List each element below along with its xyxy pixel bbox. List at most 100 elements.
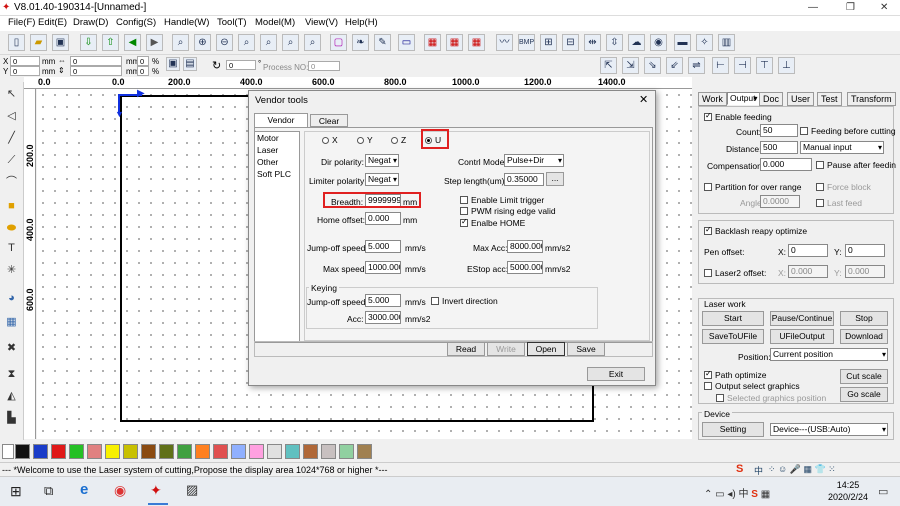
feed-before-checkbox[interactable]: Feeding before cutting — [800, 126, 896, 136]
windows-start-icon[interactable]: ⊞ — [10, 483, 22, 500]
edge-browser-icon[interactable]: e — [80, 481, 88, 498]
align-left-icon[interactable]: ▦ — [424, 34, 441, 51]
invert-direction-checkbox[interactable]: Invert direction — [431, 296, 498, 306]
color-swatch[interactable] — [267, 444, 282, 459]
menu-view[interactable]: View(V) — [305, 17, 338, 28]
array-icon[interactable]: ⊟ — [562, 34, 579, 51]
color-swatch[interactable] — [123, 444, 138, 459]
mirror-v-icon[interactable]: ⇳ — [606, 34, 623, 51]
list-item[interactable]: Laser — [255, 144, 299, 156]
height-lock-icon[interactable]: ⇕ — [58, 66, 65, 75]
dialog-close-button[interactable]: ✕ — [639, 93, 648, 106]
magic-wand-icon[interactable]: ✧ — [696, 34, 713, 51]
pause-after-checkbox[interactable]: Pause after feedin — [816, 160, 896, 170]
redo-icon[interactable]: ▶ — [146, 34, 163, 51]
zoom-page-icon[interactable]: ⌕ — [260, 34, 277, 51]
pen-y-input[interactable]: 0 — [845, 244, 885, 257]
align-bl-icon[interactable]: ⇘ — [644, 57, 661, 74]
menu-edit[interactable]: Edit(E) — [38, 17, 67, 28]
import-icon[interactable]: ⇩ — [80, 34, 97, 51]
device-select[interactable]: Device---(USB:Auto) — [770, 423, 888, 436]
save-button[interactable]: Save — [567, 342, 605, 356]
read-button[interactable]: Read — [447, 342, 485, 356]
maximize-button[interactable]: ❐ — [846, 2, 855, 13]
ufile-output-button[interactable]: UFileOutput — [770, 329, 834, 344]
bitmap-tool-icon[interactable]: ◕ — [3, 290, 20, 307]
color-swatch[interactable] — [51, 444, 66, 459]
width-lock-icon[interactable]: ⇔ — [58, 56, 66, 65]
count-input[interactable]: 50 — [760, 124, 798, 137]
select-tool-icon[interactable]: ↖ — [3, 86, 20, 103]
color-swatch[interactable] — [321, 444, 336, 459]
home-offset-input[interactable]: 0.000 — [365, 212, 401, 225]
zoom-fit-icon[interactable]: ⌕ — [238, 34, 255, 51]
grid-icon[interactable]: ⊞ — [540, 34, 557, 51]
keying-acc-input[interactable]: 3000.000 — [365, 311, 401, 324]
new-file-icon[interactable]: ▯ — [8, 34, 25, 51]
control-mode-select[interactable]: Pulse+Dir — [504, 154, 564, 167]
category-list[interactable]: Motor Laser Other Soft PLC — [254, 131, 300, 343]
cloud-icon[interactable]: ☁ — [628, 34, 645, 51]
align-tr-icon[interactable]: ⇲ — [622, 57, 639, 74]
node-edit-icon[interactable]: ❧ — [352, 34, 369, 51]
pen-x-input[interactable]: 0 — [788, 244, 828, 257]
task-view-icon[interactable]: ⧉ — [44, 483, 53, 499]
menu-tool[interactable]: Tool(T) — [217, 17, 247, 28]
list-item[interactable]: Soft PLC — [255, 168, 299, 180]
zoom-select-icon[interactable]: ⌕ — [282, 34, 299, 51]
monitor-icon[interactable]: ▭ — [398, 34, 415, 51]
x-input[interactable]: 0 — [10, 56, 40, 66]
color-swatch[interactable] — [105, 444, 120, 459]
color-swatch[interactable] — [339, 444, 354, 459]
start-button[interactable]: Start — [702, 311, 764, 326]
align-center-icon[interactable]: ▦ — [446, 34, 463, 51]
max-speed-input[interactable]: 1000.000 — [365, 261, 401, 274]
menu-model[interactable]: Model(M) — [255, 17, 295, 28]
delete-tool-icon[interactable]: ✖ — [3, 340, 20, 357]
setting-button[interactable]: Setting — [702, 422, 764, 437]
ime-tools-icon[interactable]: ⁘ ☺ 🎤 ▦ 👕 ⁙ — [768, 464, 836, 475]
output-select-checkbox[interactable]: Output select graphics — [704, 381, 800, 391]
step-length-browse-button[interactable]: ... — [546, 172, 564, 186]
color-swatch[interactable] — [15, 444, 30, 459]
force-block-checkbox[interactable]: Force block — [816, 182, 871, 192]
feed-mode-select[interactable]: Manual input — [800, 141, 884, 154]
keying-jump-input[interactable]: 5.000 — [365, 294, 401, 307]
enable-home-checkbox[interactable]: Enalbe HOME — [460, 217, 525, 228]
tab-transform[interactable]: Transform — [847, 92, 896, 106]
pause-continue-button[interactable]: Pause/Continue — [770, 311, 834, 326]
download-button[interactable]: Download — [840, 329, 888, 344]
node-tool-icon[interactable]: ◁ — [3, 108, 20, 125]
path-optimize-checkbox[interactable]: Path optimize — [704, 369, 767, 380]
align-tl-icon[interactable]: ⇱ — [600, 57, 617, 74]
rectangle-tool-icon[interactable]: ■ — [3, 198, 20, 215]
color-swatch[interactable] — [177, 444, 192, 459]
pwm-checkbox[interactable]: PWM rising edge valid — [460, 206, 556, 216]
go-scale-button[interactable]: Go scale — [840, 387, 888, 402]
mirror-tool-icon[interactable]: ⧗ — [3, 366, 20, 383]
minimize-button[interactable]: — — [808, 2, 818, 13]
max-acc-input[interactable]: 8000.000 — [507, 240, 543, 253]
selected-position-checkbox[interactable]: Selected graphics position — [716, 393, 826, 403]
list-item[interactable]: Motor — [255, 132, 299, 144]
mirror-h-icon[interactable]: ⇹ — [584, 34, 601, 51]
open-file-icon[interactable]: ▰ — [30, 34, 47, 51]
curve-icon[interactable]: 〰 — [496, 34, 513, 51]
color-swatch[interactable] — [195, 444, 210, 459]
photos-icon[interactable]: ▨ — [186, 482, 198, 498]
color-swatch[interactable] — [69, 444, 84, 459]
pen-icon[interactable]: ✎ — [374, 34, 391, 51]
dot-tool-icon[interactable]: ✳ — [3, 262, 20, 279]
tab-vendor-param[interactable]: Vendor param — [254, 113, 308, 138]
cut-scale-button[interactable]: Cut scale — [840, 369, 888, 384]
color-swatch[interactable] — [249, 444, 264, 459]
polyline-tool-icon[interactable]: ⟋ — [3, 152, 20, 169]
align-center-v-icon[interactable]: ⇌ — [688, 57, 705, 74]
grid-tool-icon[interactable]: ▦ — [3, 314, 20, 331]
axis-z-radio[interactable]: Z — [391, 135, 406, 145]
chrome-icon[interactable]: ◉ — [114, 482, 126, 499]
enable-feeding-checkbox[interactable]: Enable feeding — [704, 111, 772, 122]
axis-x-radio[interactable]: X — [322, 135, 338, 145]
color-swatch[interactable] — [33, 444, 48, 459]
backlash-checkbox[interactable]: Backlash reapy optimize — [704, 225, 807, 236]
